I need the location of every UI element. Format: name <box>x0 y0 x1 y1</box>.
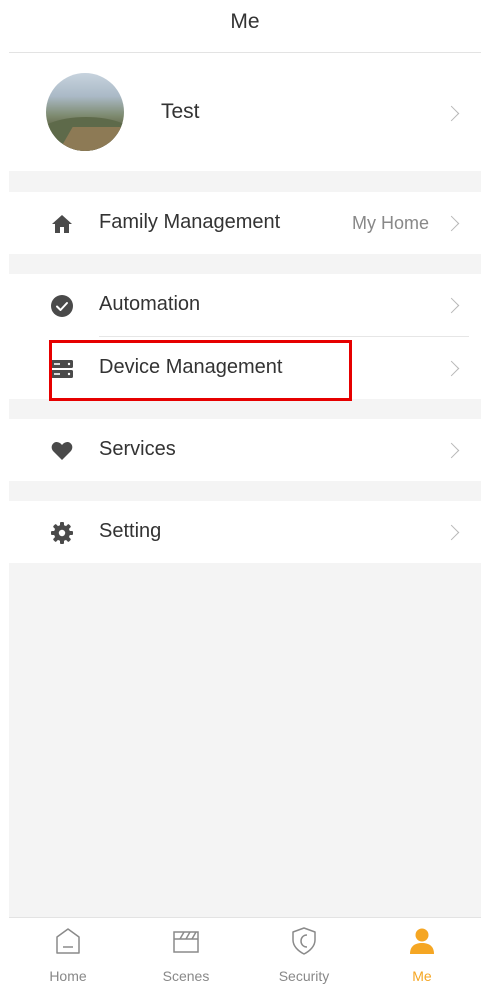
family-block: Family Management My Home <box>9 192 481 254</box>
profile-name: Test <box>161 100 200 123</box>
menu-item-family-management[interactable]: Family Management My Home <box>9 192 481 254</box>
check-circle-icon <box>51 295 73 317</box>
menu-label: Automation <box>99 293 201 315</box>
chevron-right-icon <box>443 442 460 459</box>
tab-home[interactable]: Home <box>9 918 127 984</box>
menu-item-setting[interactable]: Setting <box>9 501 481 563</box>
profile-row[interactable]: Test <box>9 53 481 171</box>
tab-label: Me <box>412 968 432 984</box>
chevron-right-icon <box>443 105 460 122</box>
home-icon <box>52 215 72 233</box>
services-block: Services <box>9 419 481 481</box>
home-outline-icon <box>56 928 80 954</box>
menu-item-services[interactable]: Services <box>9 419 481 481</box>
menu-label: Services <box>99 438 176 460</box>
menu-label: Setting <box>99 520 162 542</box>
tab-label: Security <box>278 968 330 984</box>
page-title: Me <box>230 10 260 33</box>
clapperboard-icon <box>173 931 199 953</box>
header: Me <box>9 0 481 53</box>
family-value: My Home <box>351 213 429 233</box>
chevron-right-icon <box>443 215 460 232</box>
chevron-right-icon <box>443 297 460 314</box>
gear-icon <box>51 522 73 544</box>
menu-item-automation[interactable]: Automation <box>9 274 481 337</box>
heart-icon <box>51 442 73 460</box>
tab-label: Scenes <box>162 968 210 984</box>
tab-security[interactable]: Security <box>245 918 363 984</box>
tab-me[interactable]: Me <box>363 918 481 984</box>
chevron-right-icon <box>443 524 460 541</box>
tab-bar: Home Scenes Security Me <box>9 917 481 984</box>
tab-label: Home <box>49 968 87 984</box>
highlight-box <box>49 340 352 401</box>
tab-scenes[interactable]: Scenes <box>127 918 245 984</box>
chevron-right-icon <box>443 360 460 377</box>
menu-label: Family Management <box>99 211 281 233</box>
person-icon <box>410 928 434 954</box>
setting-block: Setting <box>9 501 481 563</box>
avatar[interactable] <box>46 73 124 151</box>
shield-icon <box>292 927 316 955</box>
me-screen: Me Test Family Management My Home Automa… <box>9 0 481 984</box>
